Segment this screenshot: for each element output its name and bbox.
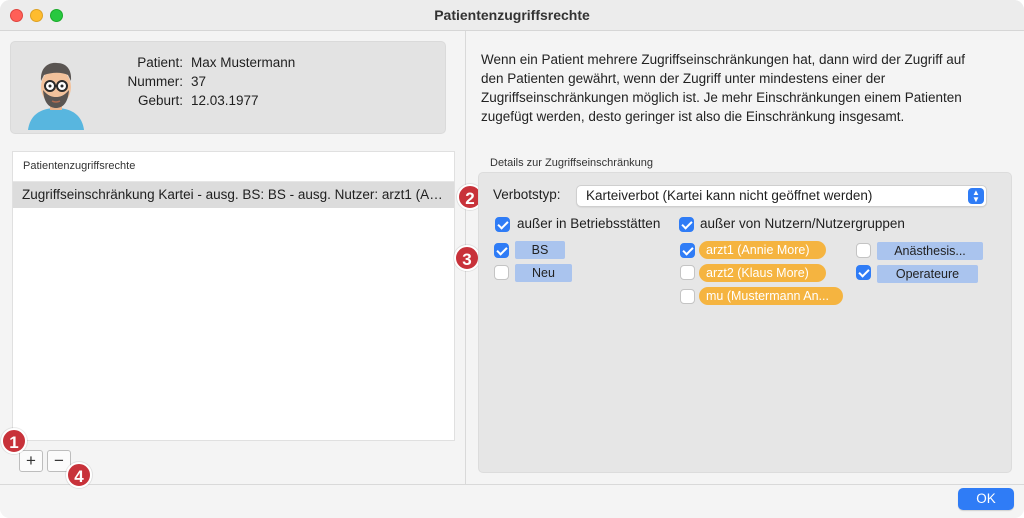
dialog-content: Patient: Nummer: Geburt: Max Mustermann … — [0, 31, 1024, 518]
dialog-window: Patientenzugriffsrechte Patient: Nummer:… — [0, 0, 1024, 518]
arzt1-checkbox[interactable] — [680, 243, 695, 258]
callout-badge-1: 1 — [1, 428, 27, 454]
list-header: Patientenzugriffsrechte — [13, 152, 454, 182]
callout-badge-4: 4 — [66, 462, 92, 488]
arzt1-tag: arzt1 (Annie More) — [699, 241, 826, 259]
info-line: zugefügt werden, desto geringer ist also… — [481, 109, 905, 124]
operateure-tag: Operateure — [877, 265, 978, 283]
operateure-checkbox[interactable] — [856, 265, 871, 280]
info-line: Wenn ein Patient mehrere Zugriffseinschr… — [481, 52, 966, 67]
verbotstyp-value: Karteiverbot (Kartei kann nicht geöffnet… — [586, 188, 873, 203]
patient-birth-value: 12.03.1977 — [191, 93, 259, 108]
window-title: Patientenzugriffsrechte — [434, 7, 590, 23]
neu-checkbox[interactable] — [494, 265, 509, 280]
ok-button[interactable]: OK — [958, 488, 1014, 510]
patient-number-label: Nummer: — [127, 74, 183, 89]
patient-field-labels: Patient: Nummer: Geburt: — [97, 53, 183, 110]
footer-divider — [0, 484, 1024, 485]
anaesthesie-tag: Anästhesis... — [877, 242, 983, 260]
ausser-nutzern-label: außer von Nutzern/Nutzergruppen — [700, 216, 905, 231]
arzt2-checkbox[interactable] — [680, 265, 695, 280]
ausser-nutzern-checkbox[interactable] — [679, 217, 694, 232]
verbotstyp-label: Verbotstyp: — [493, 187, 561, 202]
bs-checkbox[interactable] — [494, 243, 509, 258]
patient-card: Patient: Nummer: Geburt: Max Mustermann … — [10, 41, 446, 134]
ausser-betriebsstaetten-label: außer in Betriebsstätten — [517, 216, 661, 231]
title-bar: Patientenzugriffsrechte — [0, 0, 1024, 31]
verbotstyp-select[interactable]: Karteiverbot (Kartei kann nicht geöffnet… — [576, 185, 987, 207]
callout-badge-3: 3 — [454, 245, 480, 271]
arzt2-tag: arzt2 (Klaus More) — [699, 264, 826, 282]
patient-avatar-icon — [28, 62, 84, 130]
mu-checkbox[interactable] — [680, 289, 695, 304]
select-arrows-icon: ▲ ▼ — [968, 188, 984, 204]
bs-tag: BS — [515, 241, 565, 259]
add-button[interactable]: + — [19, 450, 43, 472]
access-rights-list: Patientenzugriffsrechte Zugriffseinschrä… — [12, 151, 455, 441]
patient-birth-label: Geburt: — [137, 93, 183, 108]
details-title: Details zur Zugriffseinschränkung — [490, 157, 654, 169]
ausser-betriebsstaetten-checkbox[interactable] — [495, 217, 510, 232]
list-item[interactable]: Zugriffseinschränkung Kartei - ausg. BS:… — [13, 182, 454, 208]
info-line: Zugriffseinschränkungen möglich ist. Je … — [481, 90, 962, 105]
info-line: den Patienten gewährt, wenn der Zugriff … — [481, 71, 886, 86]
anaesthesie-checkbox[interactable] — [856, 243, 871, 258]
info-text: Wenn ein Patient mehrere Zugriffseinschr… — [481, 50, 1006, 126]
neu-tag: Neu — [515, 264, 572, 282]
patient-field-values: Max Mustermann 37 12.03.1977 — [191, 53, 295, 110]
patient-name-label: Patient: — [137, 55, 183, 70]
mu-tag: mu (Mustermann An... — [699, 287, 843, 305]
patient-name-value: Max Mustermann — [191, 55, 296, 70]
patient-number-value: 37 — [191, 74, 207, 89]
